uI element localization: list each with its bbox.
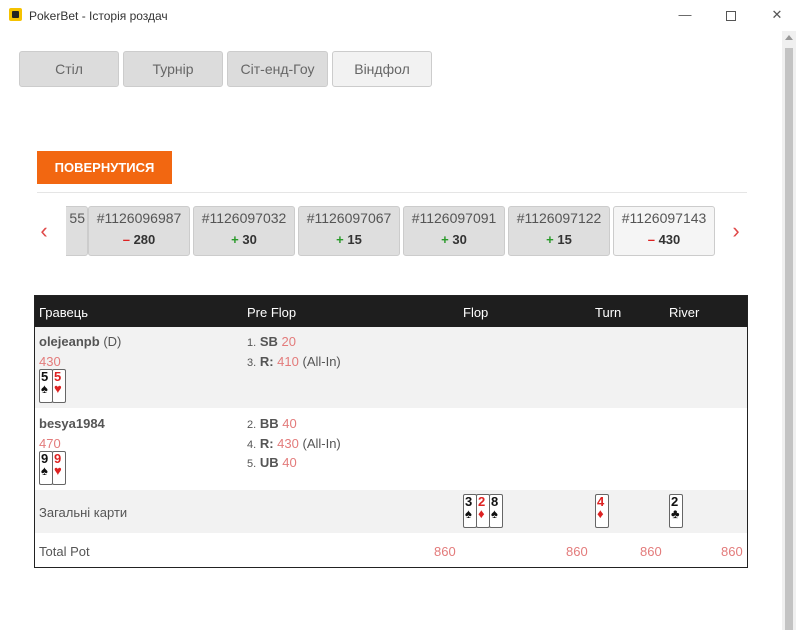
col-river: River bbox=[669, 305, 700, 320]
back-button[interactable]: ПОВЕРНУТИСЯ bbox=[37, 151, 172, 184]
hand-card-selected[interactable]: #1126097143 – 430 bbox=[613, 206, 715, 256]
hole-cards: 5 ♠ 5 ♥ bbox=[39, 369, 66, 403]
playing-card: 2 ♦ bbox=[476, 494, 490, 528]
col-flop: Flop bbox=[463, 305, 489, 320]
col-player: Гравець bbox=[39, 305, 88, 320]
tab-tournament[interactable]: Турнір bbox=[123, 51, 223, 87]
hand-card[interactable]: #1126097122 + 15 bbox=[508, 206, 610, 256]
col-turn: Turn bbox=[595, 305, 622, 320]
scrollbar-thumb[interactable] bbox=[785, 48, 793, 630]
action: 2. BB 40 bbox=[247, 416, 297, 431]
diamond-icon: ♦ bbox=[478, 506, 485, 521]
action: 5. UB 40 bbox=[247, 455, 297, 470]
flop-cards: 3 ♠ 2 ♦ 8 ♠ bbox=[463, 494, 503, 528]
playing-card: 5 ♥ bbox=[52, 369, 66, 403]
tab-windfall[interactable]: Віндфол bbox=[332, 51, 432, 87]
community-cards-row: Загальні карти 3 ♠ 2 ♦ 8 ♠ 4 ♦ 2 ♣ bbox=[35, 490, 747, 533]
table-header: Гравець Pre Flop Flop Turn River bbox=[35, 296, 747, 327]
heart-icon: ♥ bbox=[54, 463, 62, 478]
minimize-icon[interactable]: — bbox=[670, 4, 700, 26]
hand-id: 55 bbox=[69, 210, 85, 226]
hand-id: #1126097143 bbox=[621, 210, 707, 226]
spade-icon: ♠ bbox=[41, 381, 48, 396]
window-title: PokerBet - Історія роздач bbox=[29, 9, 168, 23]
scroll-up-arrow-icon[interactable] bbox=[785, 35, 793, 40]
hand-result: + 15 bbox=[546, 232, 572, 247]
title-bar: PokerBet - Історія роздач — ✕ bbox=[0, 0, 796, 31]
action: 1. SB 20 bbox=[247, 334, 296, 349]
hands-carousel: 55 #1126096987 – 280 #1126097032 + 30 #1… bbox=[66, 206, 717, 256]
player-name: olejeanpb (D) bbox=[39, 334, 122, 349]
pot-river: 860 bbox=[721, 544, 743, 559]
vertical-scrollbar[interactable] bbox=[782, 31, 796, 630]
hand-result: + 30 bbox=[441, 232, 467, 247]
hand-id: #1126097091 bbox=[411, 210, 497, 226]
playing-card: 9 ♥ bbox=[52, 451, 66, 485]
action: 4. R: 430 (All-In) bbox=[247, 436, 341, 451]
player-row: olejeanpb (D) 430 5 ♠ 5 ♥ 1. SB 20 3. R: 41… bbox=[35, 327, 747, 408]
playing-card: 3 ♠ bbox=[463, 494, 477, 528]
hole-cards: 9 ♠ 9 ♥ bbox=[39, 451, 66, 485]
hand-card[interactable]: 55 bbox=[66, 206, 88, 256]
tab-sit-and-go[interactable]: Сіт-енд-Гоу bbox=[227, 51, 328, 87]
hand-card[interactable]: #1126096987 – 280 bbox=[88, 206, 190, 256]
action: 3. R: 410 (All-In) bbox=[247, 354, 341, 369]
playing-card: 4 ♦ bbox=[595, 494, 609, 528]
hand-id: #1126097032 bbox=[201, 210, 287, 226]
turn-card: 4 ♦ bbox=[595, 494, 609, 528]
hand-id: #1126097067 bbox=[306, 210, 392, 226]
total-pot-row: Total Pot 860 860 860 860 bbox=[35, 533, 747, 567]
prev-hands-arrow-icon[interactable]: ‹ bbox=[38, 220, 50, 242]
spade-icon: ♠ bbox=[465, 506, 472, 521]
playing-card: 5 ♠ bbox=[39, 369, 53, 403]
pot-preflop: 860 bbox=[434, 544, 456, 559]
hand-result: – 430 bbox=[647, 232, 681, 247]
hand-result: – 280 bbox=[122, 232, 156, 247]
close-icon[interactable]: ✕ bbox=[762, 4, 792, 26]
hand-card[interactable]: #1126097032 + 30 bbox=[193, 206, 295, 256]
club-icon: ♣ bbox=[671, 506, 680, 521]
hand-card[interactable]: #1126097091 + 30 bbox=[403, 206, 505, 256]
pot-turn: 860 bbox=[640, 544, 662, 559]
app-logo-icon bbox=[9, 8, 22, 21]
player-stack: 470 bbox=[39, 436, 61, 451]
player-row: besya1984 470 9 ♠ 9 ♥ 2. BB 40 4. R: 430 (A… bbox=[35, 408, 747, 490]
diamond-icon: ♦ bbox=[597, 506, 604, 521]
spade-icon: ♠ bbox=[491, 506, 498, 521]
player-name: besya1984 bbox=[39, 416, 105, 431]
playing-card: 9 ♠ bbox=[39, 451, 53, 485]
col-preflop: Pre Flop bbox=[247, 305, 297, 320]
hand-result: + 15 bbox=[336, 232, 362, 247]
maximize-icon[interactable] bbox=[716, 4, 746, 26]
total-pot-label: Total Pot bbox=[39, 544, 90, 559]
community-label: Загальні карти bbox=[39, 505, 128, 520]
playing-card: 8 ♠ bbox=[489, 494, 503, 528]
playing-card: 2 ♣ bbox=[669, 494, 683, 528]
hand-result: + 30 bbox=[231, 232, 257, 247]
hand-id: #1126097122 bbox=[516, 210, 602, 226]
hand-history-table: Гравець Pre Flop Flop Turn River olejean… bbox=[34, 295, 748, 568]
pot-flop: 860 bbox=[566, 544, 588, 559]
player-stack: 430 bbox=[39, 354, 61, 369]
dealer-badge: (D) bbox=[103, 334, 122, 349]
river-card: 2 ♣ bbox=[669, 494, 683, 528]
heart-icon: ♥ bbox=[54, 381, 62, 396]
divider bbox=[37, 192, 747, 193]
spade-icon: ♠ bbox=[41, 463, 48, 478]
hand-card[interactable]: #1126097067 + 15 bbox=[298, 206, 400, 256]
hand-id: #1126096987 bbox=[96, 210, 182, 226]
tab-table[interactable]: Стіл bbox=[19, 51, 119, 87]
next-hands-arrow-icon[interactable]: › bbox=[730, 220, 742, 242]
